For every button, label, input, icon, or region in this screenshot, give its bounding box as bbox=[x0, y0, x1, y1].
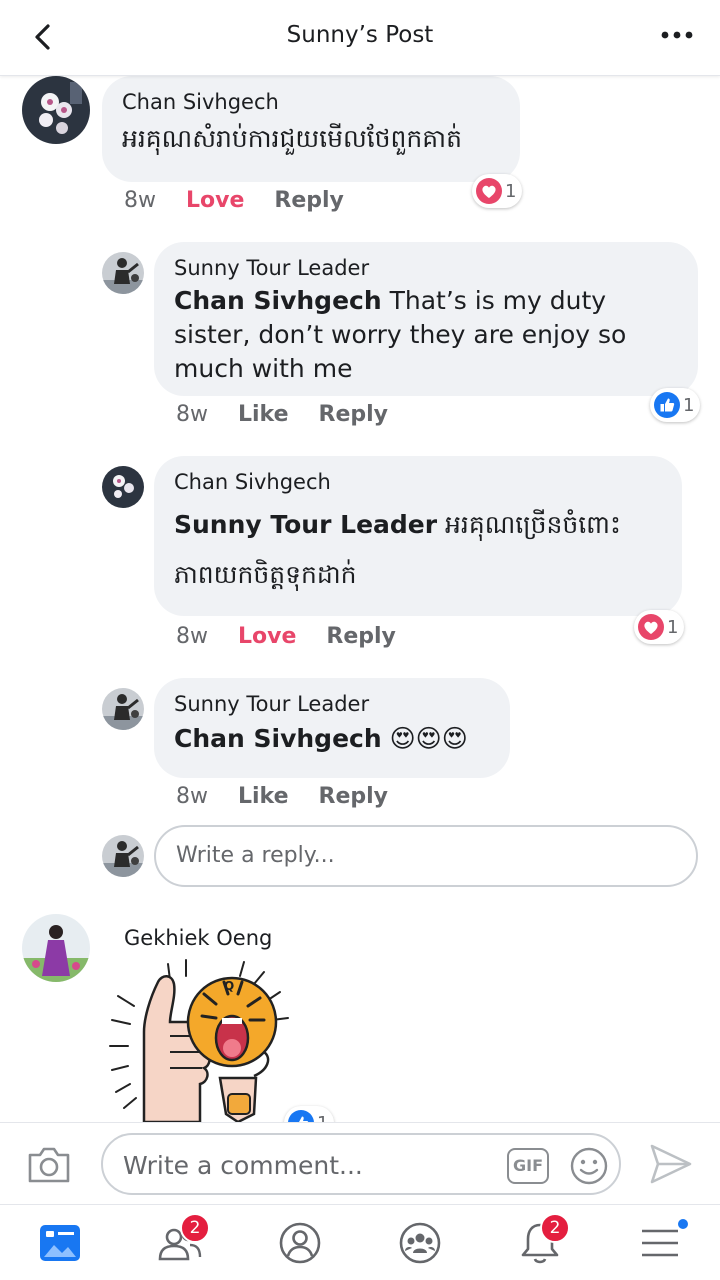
reaction-count: 1 bbox=[317, 1113, 328, 1123]
mention-link[interactable]: Sunny Tour Leader bbox=[174, 510, 437, 539]
love-reaction-icon bbox=[476, 178, 502, 204]
mention-link[interactable]: Chan Sivhgech bbox=[174, 724, 382, 753]
comment-input-placeholder: Write a comment... bbox=[123, 1151, 363, 1180]
avatar[interactable] bbox=[22, 914, 90, 982]
svg-text:Q: Q bbox=[224, 979, 234, 993]
profile-icon bbox=[279, 1222, 321, 1264]
comment-author[interactable]: Chan Sivhgech bbox=[174, 470, 662, 494]
emoji-icon[interactable] bbox=[569, 1146, 609, 1186]
avatar[interactable] bbox=[102, 252, 144, 294]
love-reaction-icon bbox=[638, 614, 664, 640]
tab-friends[interactable]: 2 bbox=[156, 1213, 210, 1267]
comment-actions: 8w Love Reply bbox=[176, 624, 396, 649]
like-button[interactable]: Like bbox=[238, 784, 289, 809]
tab-notifications[interactable]: 2 bbox=[516, 1213, 570, 1267]
comment-input[interactable]: Write a comment... GIF bbox=[101, 1133, 621, 1195]
reaction-count-badge[interactable]: 1 bbox=[284, 1106, 335, 1123]
comment-body: 😍😍😍 bbox=[381, 724, 468, 753]
reply-bubble[interactable]: Chan Sivhgech Sunny Tour Leader អរគុណច្រ… bbox=[154, 456, 682, 616]
reply-bubble[interactable]: Sunny Tour Leader Chan Sivhgech That’s i… bbox=[154, 242, 698, 396]
comment-text: អរគុណសំរាប់ការជួយមើលថែពួកគាត់ bbox=[122, 124, 462, 153]
comment-author[interactable]: Gekhiek Oeng bbox=[124, 926, 272, 950]
like-reaction-icon bbox=[288, 1110, 314, 1122]
tab-menu[interactable] bbox=[636, 1217, 690, 1267]
reaction-count: 1 bbox=[683, 394, 695, 416]
comment-author[interactable]: Sunny Tour Leader bbox=[174, 256, 678, 280]
reaction-count-badge[interactable]: 1 bbox=[650, 388, 701, 422]
comment-actions: 8w Like Reply bbox=[176, 402, 388, 427]
camera-icon[interactable] bbox=[26, 1143, 72, 1185]
reaction-count: 1 bbox=[667, 616, 679, 638]
comment-timestamp[interactable]: 8w bbox=[124, 188, 156, 213]
tab-news-feed[interactable] bbox=[36, 1219, 84, 1267]
avatar bbox=[102, 835, 144, 877]
friends-badge: 2 bbox=[180, 1213, 210, 1243]
avatar[interactable] bbox=[22, 76, 90, 144]
reply-button[interactable]: Reply bbox=[319, 784, 389, 809]
thumbs-up-tiger-sticker[interactable]: Q bbox=[104, 958, 300, 1122]
comment-timestamp[interactable]: 8w bbox=[176, 784, 208, 809]
reply-input[interactable]: Write a reply... bbox=[154, 825, 698, 887]
comment-actions: 8w Love Reply bbox=[124, 188, 344, 213]
reply-button[interactable]: Reply bbox=[326, 624, 396, 649]
page-title: Sunny’s Post bbox=[286, 22, 434, 48]
like-button[interactable]: Like bbox=[238, 402, 289, 427]
reaction-count-badge[interactable]: 1 bbox=[634, 610, 685, 644]
send-icon[interactable] bbox=[648, 1142, 694, 1186]
news-feed-icon bbox=[40, 1225, 80, 1261]
bottom-tab-bar: 2 2 bbox=[0, 1204, 720, 1280]
comment-text: Sunny Tour Leader អរគុណច្រើនចំពោះ ភាពយកច… bbox=[174, 500, 662, 600]
comment-timestamp[interactable]: 8w bbox=[176, 624, 208, 649]
reply-bubble[interactable]: Sunny Tour Leader Chan Sivhgech 😍😍😍 bbox=[154, 678, 510, 778]
top-bar: Sunny’s Post bbox=[0, 0, 720, 76]
comment-text: Chan Sivhgech 😍😍😍 bbox=[174, 722, 490, 756]
reaction-count: 1 bbox=[505, 180, 517, 202]
menu-new-dot bbox=[676, 1217, 690, 1231]
comment-bubble[interactable]: Chan Sivhgech អរគុណសំរាប់ការជួយមើលថែពួកគ… bbox=[102, 76, 520, 182]
notifications-badge: 2 bbox=[540, 1213, 570, 1243]
comments-feed: Chan Sivhgech អរគុណសំរាប់ការជួយមើលថែពួកគ… bbox=[0, 76, 720, 1122]
reaction-count-badge[interactable]: 1 bbox=[472, 174, 523, 208]
comment-composer: Write a comment... GIF bbox=[0, 1122, 720, 1204]
comment-timestamp[interactable]: 8w bbox=[176, 402, 208, 427]
comment-actions: 8w Like Reply bbox=[176, 784, 388, 809]
like-reaction-icon bbox=[654, 392, 680, 418]
comment-text: Chan Sivhgech That’s is my duty sister, … bbox=[174, 284, 678, 386]
comment-author[interactable]: Sunny Tour Leader bbox=[174, 692, 490, 716]
more-options-icon[interactable] bbox=[660, 22, 694, 52]
love-button[interactable]: Love bbox=[186, 188, 244, 213]
mention-link[interactable]: Chan Sivhgech bbox=[174, 286, 382, 315]
groups-icon bbox=[399, 1222, 441, 1264]
comment-author[interactable]: Chan Sivhgech bbox=[122, 90, 500, 114]
gif-button[interactable]: GIF bbox=[507, 1148, 549, 1184]
love-button[interactable]: Love bbox=[238, 624, 296, 649]
tab-profile[interactable] bbox=[276, 1219, 324, 1267]
reply-button[interactable]: Reply bbox=[274, 188, 344, 213]
avatar[interactable] bbox=[102, 688, 144, 730]
reply-button[interactable]: Reply bbox=[319, 402, 389, 427]
avatar[interactable] bbox=[102, 466, 144, 508]
tab-groups[interactable] bbox=[396, 1219, 444, 1267]
